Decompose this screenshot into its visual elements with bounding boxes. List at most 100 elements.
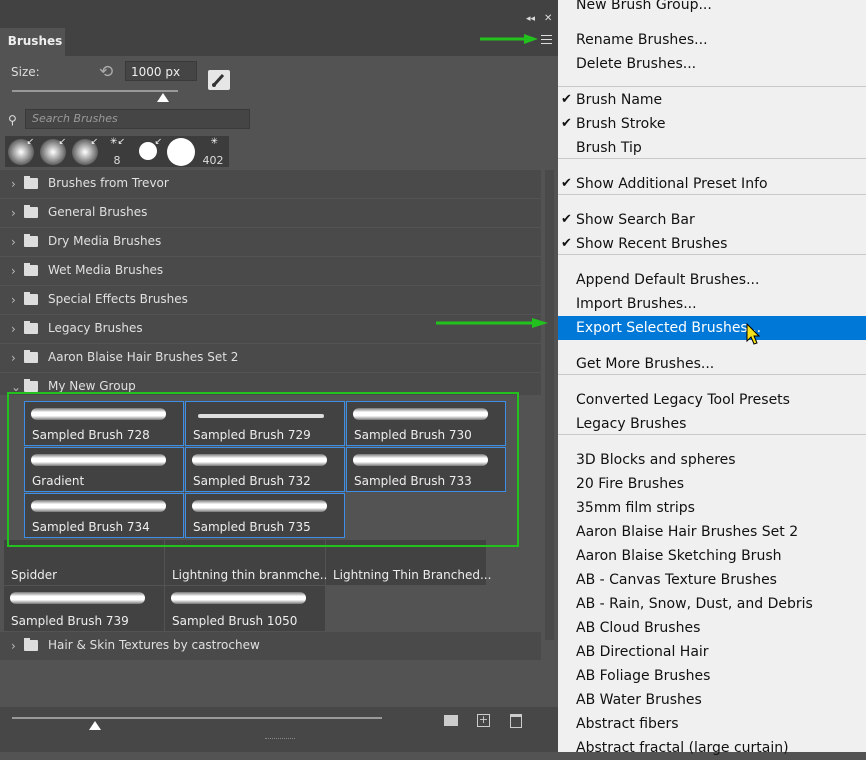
brush-type-icon: ↙: [154, 137, 162, 147]
menu-item[interactable]: New Brush Group...: [558, 0, 866, 17]
menu-item[interactable]: 20 Fire Brushes: [558, 472, 866, 496]
size-input[interactable]: 1000 px: [125, 61, 197, 81]
brush-group-row[interactable]: › General Brushes: [0, 199, 541, 227]
menu-item[interactable]: Append Default Brushes...: [558, 268, 866, 292]
menu-item-label: Brush Tip: [576, 140, 642, 156]
menu-item[interactable]: Get More Brushes...: [558, 352, 866, 376]
menu-item-label: Rename Brushes...: [576, 32, 708, 48]
check-icon: ✔: [561, 116, 572, 131]
brush-tile[interactable]: Sampled Brush 1050: [165, 586, 325, 631]
menu-item[interactable]: AB - Rain, Snow, Dust, and Debris: [558, 592, 866, 616]
brush-settings-icon[interactable]: [208, 70, 230, 90]
brush-group-row[interactable]: › Wet Media Brushes: [0, 257, 541, 285]
menu-item[interactable]: Import Brushes...: [558, 292, 866, 316]
reset-size-icon[interactable]: ⟲: [99, 62, 113, 82]
recent-brush[interactable]: ↙: [133, 136, 165, 167]
check-icon: ✔: [561, 92, 572, 107]
menu-item[interactable]: Brush Tip: [558, 136, 866, 160]
menu-item-label: AB - Rain, Snow, Dust, and Debris: [576, 596, 813, 612]
menu-item[interactable]: ✔ Show Additional Preset Info: [558, 172, 866, 196]
menu-item[interactable]: AB Directional Hair: [558, 640, 866, 664]
menu-item[interactable]: Converted Legacy Tool Presets: [558, 388, 866, 412]
menu-item[interactable]: Export Selected Brushes...: [558, 316, 866, 340]
menu-item[interactable]: AB Foliage Brushes: [558, 664, 866, 688]
menu-separator: [558, 86, 866, 87]
menu-item[interactable]: Abstract fibers: [558, 712, 866, 736]
trash-icon[interactable]: [510, 714, 522, 728]
menu-item-label: Abstract fractal (large curtain): [576, 740, 789, 756]
size-slider-track[interactable]: [12, 90, 178, 92]
folder-icon: [24, 292, 38, 305]
mouse-cursor-icon: [746, 323, 760, 345]
brush-count: 8: [113, 154, 121, 167]
menu-item[interactable]: AB Water Brushes: [558, 688, 866, 712]
brush-tile[interactable]: Sampled Brush 739: [4, 586, 164, 631]
menu-item[interactable]: 35mm film strips: [558, 496, 866, 520]
menu-item[interactable]: AB - Canvas Texture Brushes: [558, 568, 866, 592]
recent-brush[interactable]: ↙: [5, 136, 37, 167]
new-brush-icon[interactable]: +: [477, 714, 490, 727]
new-group-folder-icon[interactable]: [444, 715, 458, 726]
menu-item[interactable]: Abstract fractal (large curtain): [558, 736, 866, 760]
menu-item[interactable]: Legacy Brushes: [558, 412, 866, 436]
recent-brush[interactable]: ✳↙ 8: [101, 136, 133, 167]
brush-group-label: General Brushes: [48, 205, 148, 219]
folder-icon: [24, 205, 38, 218]
menu-item[interactable]: ✔ Show Recent Brushes: [558, 232, 866, 256]
chevron-right-icon[interactable]: ›: [11, 293, 16, 307]
collapse-icon[interactable]: ◂◂: [526, 14, 535, 24]
recent-brush[interactable]: ✳ 402: [197, 136, 229, 167]
brush-group-row[interactable]: › Dry Media Brushes: [0, 228, 541, 256]
chevron-right-icon[interactable]: ›: [11, 177, 16, 191]
menu-item[interactable]: AB Cloud Brushes: [558, 616, 866, 640]
brushes-panel: ◂◂ ✕ Brushes Size: ⟲ 1000 px ⚲ Search Br…: [0, 0, 558, 752]
menu-item[interactable]: Aaron Blaise Sketching Brush: [558, 544, 866, 568]
panel-menu-icon[interactable]: [541, 35, 552, 44]
menu-item[interactable]: Delete Brushes...: [558, 52, 866, 76]
brush-group-label: Aaron Blaise Hair Brushes Set 2: [48, 350, 239, 364]
chevron-right-icon[interactable]: ›: [11, 264, 16, 278]
brush-name: Spidder: [11, 568, 58, 582]
brush-type-icon: ✳↙: [109, 137, 125, 147]
menu-item-label: Append Default Brushes...: [576, 272, 760, 288]
menu-item[interactable]: ✔ Show Search Bar: [558, 208, 866, 232]
menu-item[interactable]: Aaron Blaise Hair Brushes Set 2: [558, 520, 866, 544]
brush-name: Lightning thin branmche...: [172, 568, 332, 582]
menu-item-label: 20 Fire Brushes: [576, 476, 685, 492]
folder-icon: [24, 379, 38, 392]
chevron-right-icon[interactable]: ›: [11, 322, 16, 336]
menu-item-label: Export Selected Brushes...: [576, 320, 762, 336]
tab-brushes[interactable]: Brushes: [5, 28, 65, 56]
brush-group-row[interactable]: › Aaron Blaise Hair Brushes Set 2: [0, 344, 541, 372]
chevron-right-icon[interactable]: ›: [11, 235, 16, 249]
chevron-right-icon[interactable]: ›: [11, 639, 16, 653]
recent-brush[interactable]: ↙: [69, 136, 101, 167]
menu-item-label: 35mm film strips: [576, 500, 695, 516]
recent-brush[interactable]: [165, 136, 197, 167]
menu-item-label: Show Additional Preset Info: [576, 176, 768, 192]
brush-group-label: Dry Media Brushes: [48, 234, 162, 248]
resize-grip-icon[interactable]: [265, 738, 295, 743]
menu-item-label: Show Recent Brushes: [576, 236, 728, 252]
close-icon[interactable]: ✕: [544, 13, 552, 24]
chevron-right-icon[interactable]: ›: [11, 351, 16, 365]
recent-brush[interactable]: ↙: [37, 136, 69, 167]
menu-item-label: AB Directional Hair: [576, 644, 709, 660]
chevron-right-icon[interactable]: ›: [11, 206, 16, 220]
selection-highlight-box: [7, 392, 519, 547]
menu-item[interactable]: ✔ Brush Stroke: [558, 112, 866, 136]
brush-group-row[interactable]: › Brushes from Trevor: [0, 170, 541, 198]
brush-group-row[interactable]: › Special Effects Brushes: [0, 286, 541, 314]
menu-item-label: Show Search Bar: [576, 212, 695, 228]
panel-bottom-bar: [0, 707, 558, 752]
menu-item-label: 3D Blocks and spheres: [576, 452, 736, 468]
menu-item[interactable]: ✔ Brush Name: [558, 88, 866, 112]
brush-group-row[interactable]: › Hair & Skin Textures by castrochew: [0, 632, 541, 660]
scrollbar-thumb[interactable]: [545, 170, 554, 640]
search-input[interactable]: Search Brushes: [25, 109, 250, 129]
preview-size-thumb[interactable]: [89, 721, 101, 730]
menu-item[interactable]: 3D Blocks and spheres: [558, 448, 866, 472]
menu-item[interactable]: Rename Brushes...: [558, 28, 866, 52]
size-slider-thumb[interactable]: [157, 93, 169, 102]
preview-size-slider[interactable]: [12, 717, 382, 719]
